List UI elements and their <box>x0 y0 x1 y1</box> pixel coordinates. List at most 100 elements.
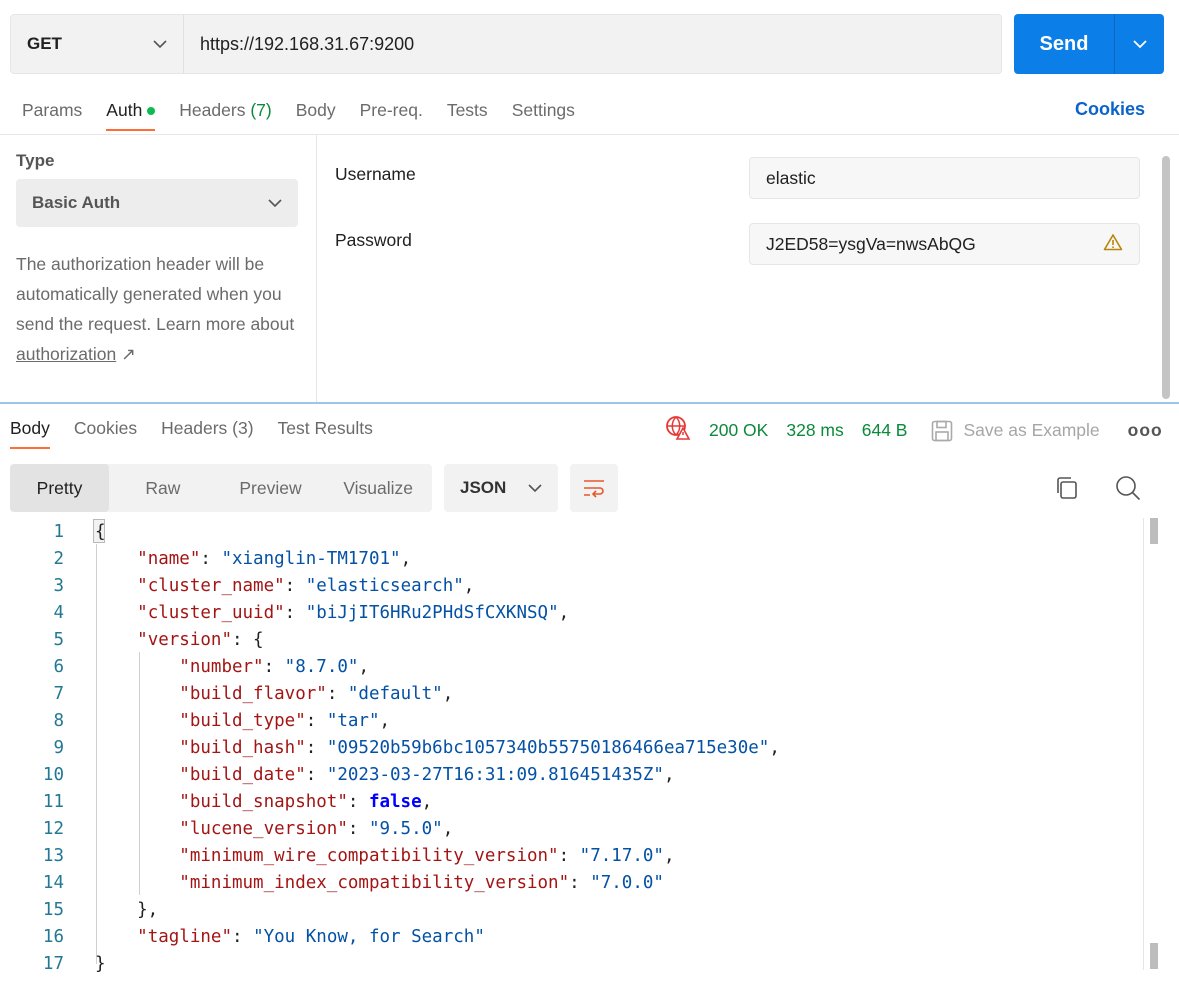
code-text: "cluster_uuid": "biJjIT6HRu2PHdSfCXKNSQ"… <box>95 603 569 623</box>
tab-headers[interactable]: Headers (7) <box>179 92 271 129</box>
type-label: Type <box>16 151 55 170</box>
line-number: 3 <box>53 575 64 596</box>
send-button[interactable]: Send <box>1014 14 1115 74</box>
json-key: "build_type" <box>179 710 306 731</box>
json-key: "cluster_name" <box>137 575 285 596</box>
response-body-editor[interactable]: 1{ 2 "name": "xianglin-TM1701", 3 "cluster… <box>0 518 1140 977</box>
json-punctuation: : <box>305 737 327 758</box>
tab-auth[interactable]: Auth <box>106 92 156 131</box>
json-string: "7.0.0" <box>590 872 664 893</box>
response-tab-body[interactable]: Body <box>10 410 50 449</box>
auth-type-select[interactable]: Basic Auth <box>16 179 298 227</box>
save-as-example-button[interactable]: Save as Example <box>931 420 1100 442</box>
line-number: 15 <box>42 899 64 920</box>
line-number: 2 <box>53 548 64 569</box>
wrap-lines-icon <box>584 480 604 498</box>
warning-icon[interactable] <box>1103 233 1123 256</box>
save-label: Save as Example <box>963 420 1100 440</box>
tab-body[interactable]: Body <box>296 92 336 129</box>
json-punctuation: : <box>305 764 327 785</box>
username-label: Username <box>335 164 416 184</box>
format-select[interactable]: JSON <box>444 464 558 512</box>
json-punctuation: : <box>305 710 327 731</box>
json-string: "default" <box>347 683 443 704</box>
json-key: "build_snapshot" <box>179 791 348 812</box>
tab-label: Tests <box>446 100 488 120</box>
json-punctuation: , <box>769 737 780 758</box>
network-warning-icon[interactable] <box>665 415 691 446</box>
json-punctuation: , <box>463 575 475 596</box>
password-input[interactable]: J2ED58=ysgVa=nwsAbQG <box>749 223 1140 265</box>
tab-settings[interactable]: Settings <box>512 92 575 129</box>
code-text: "build_date": "2023-03-27T16:31:09.81645… <box>95 764 675 785</box>
tab-prereq[interactable]: Pre-req. <box>360 92 423 129</box>
code-text: "build_snapshot": false, <box>95 792 432 812</box>
pane-resizer[interactable] <box>0 402 1179 404</box>
code-line: 15 }, <box>0 896 1140 923</box>
response-size[interactable]: 644 B <box>862 420 908 441</box>
json-punctuation: : <box>558 845 580 866</box>
code-text: "version": { <box>95 630 263 650</box>
json-punctuation <box>95 846 179 866</box>
send-options-chevron-icon[interactable] <box>1115 14 1164 74</box>
json-punctuation: , <box>663 845 675 866</box>
search-icon[interactable] <box>1114 474 1142 507</box>
json-punctuation <box>95 792 179 812</box>
json-string: "biJjIT6HRu2PHdSfCXKNSQ" <box>305 602 559 623</box>
json-key: "minimum_wire_compatibility_version" <box>179 845 559 866</box>
method-select[interactable]: GET <box>10 14 184 74</box>
code-text: }, <box>95 900 158 920</box>
code-line: 1{ <box>0 518 1140 545</box>
line-number: 12 <box>42 818 64 839</box>
scrollbar[interactable] <box>1150 518 1158 544</box>
json-punctuation: : <box>347 818 369 839</box>
tab-label: Headers <box>179 100 246 120</box>
json-punctuation: : <box>284 575 306 596</box>
auth-description-text: The authorization header will be automat… <box>16 254 295 334</box>
json-punctuation <box>95 711 179 731</box>
code-text: "build_flavor": "default", <box>95 684 453 704</box>
view-tab-pretty[interactable]: Pretty <box>10 464 109 512</box>
code-line: 10 "build_date": "2023-03-27T16:31:09.81… <box>0 761 1140 788</box>
method-value: GET <box>27 34 62 53</box>
json-punctuation: : <box>263 656 285 677</box>
code-line: 5 "version": { <box>0 626 1140 653</box>
username-input[interactable]: elastic <box>749 157 1140 199</box>
send-button-group: Send <box>1014 14 1164 74</box>
auth-type-panel: Type Basic Auth The authorization header… <box>0 135 317 403</box>
response-tab-testresults[interactable]: Test Results <box>278 410 373 447</box>
more-options-icon[interactable]: ooo <box>1128 420 1163 441</box>
url-input[interactable]: https://192.168.31.67:9200 <box>183 14 1002 74</box>
editor-ruler <box>1143 518 1144 970</box>
copy-icon[interactable] <box>1054 475 1080 506</box>
response-tab-headers[interactable]: Headers (3) <box>161 410 253 447</box>
tab-tests[interactable]: Tests <box>447 92 488 129</box>
view-tab-visualize[interactable]: Visualize <box>324 464 432 512</box>
json-key: "name" <box>137 548 201 569</box>
code-line: 14 "minimum_index_compatibility_version"… <box>0 869 1140 896</box>
wrap-lines-button[interactable] <box>570 464 618 512</box>
json-punctuation: : <box>569 872 591 893</box>
scrollbar[interactable] <box>1162 156 1170 399</box>
code-text: "name": "xianglin-TM1701", <box>95 549 411 569</box>
tab-params[interactable]: Params <box>22 92 82 129</box>
auth-type-value: Basic Auth <box>32 193 121 212</box>
status-code[interactable]: 200 OK <box>709 420 768 441</box>
view-tab-raw[interactable]: Raw <box>109 464 217 512</box>
json-punctuation <box>95 549 137 569</box>
json-punctuation: }, <box>95 899 159 920</box>
cookies-link[interactable]: Cookies <box>1075 99 1145 120</box>
json-punctuation <box>95 765 179 785</box>
json-punctuation: , <box>663 764 675 785</box>
code-text: "minimum_wire_compatibility_version": "7… <box>95 845 675 866</box>
response-time[interactable]: 328 ms <box>786 420 843 441</box>
json-key: "tagline" <box>137 926 232 947</box>
line-number: 10 <box>42 764 64 785</box>
json-punctuation: , <box>558 602 570 623</box>
view-tab-preview[interactable]: Preview <box>217 464 325 512</box>
authorization-link[interactable]: authorization <box>16 344 116 364</box>
json-punctuation <box>95 819 179 839</box>
response-tab-cookies[interactable]: Cookies <box>74 410 137 447</box>
request-tabs: Params Auth Headers (7) Body Pre-req. Tests Se… <box>22 92 599 131</box>
json-key: "number" <box>179 656 264 677</box>
